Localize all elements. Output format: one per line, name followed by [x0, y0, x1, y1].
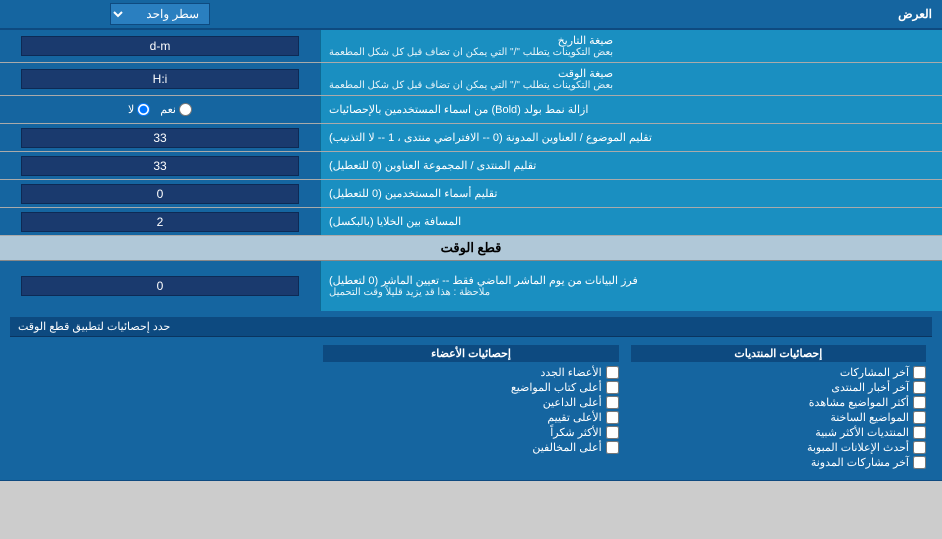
cb-member-4[interactable] — [606, 411, 619, 424]
checkbox-columns: إحصائيات المنتديات آخر المشاركات آخر أخب… — [10, 341, 932, 474]
list-item: أكثر المواضيع مشاهدة — [631, 395, 926, 410]
cb-forum-1[interactable] — [913, 366, 926, 379]
cell-spacing-input-cell — [0, 208, 320, 235]
bold-yes-label[interactable]: نعم — [160, 103, 192, 116]
list-item: أحدث الإعلانات المبوبة — [631, 440, 926, 455]
topics-trim-label-cell: تقليم الموضوع / العناوين المدونة (0 -- ا… — [320, 124, 942, 151]
bold-no-label[interactable]: لا — [128, 103, 150, 116]
cb-member-6[interactable] — [606, 441, 619, 454]
list-item: أعلى كتاب المواضيع — [323, 380, 618, 395]
date-format-sublabel: بعض التكوينات يتطلب "/" التي يمكن ان تضا… — [329, 47, 613, 58]
forum-trim-input[interactable] — [21, 156, 298, 176]
checkbox-col-members: إحصائيات الأعضاء الأعضاء الجدد أعلى كتاب… — [317, 341, 624, 474]
time-format-input-cell — [0, 63, 320, 95]
cell-spacing-input[interactable] — [21, 212, 298, 232]
date-format-label: صيغة التاريخ — [558, 35, 613, 47]
limit-label: حدد إحصائيات لتطبيق قطع الوقت — [18, 320, 170, 333]
list-item: آخر أخبار المنتدى — [631, 380, 926, 395]
time-format-input[interactable] — [21, 69, 298, 89]
cutoff-input[interactable] — [21, 276, 298, 296]
time-format-sublabel: بعض التكوينات يتطلب "/" التي يمكن ان تضا… — [329, 80, 613, 91]
cb-member-1[interactable] — [606, 366, 619, 379]
display-select-cell: سطر واحدسطرينثلاثة أسطر — [0, 0, 320, 28]
list-item: أعلى المخالفين — [323, 440, 618, 455]
cell-spacing-label: المسافة بين الخلايا (بالبكسل) — [329, 215, 461, 228]
date-format-label-cell: صيغة التاريخ بعض التكوينات يتطلب "/" الت… — [320, 30, 942, 62]
usernames-trim-label-cell: تقليم أسماء المستخدمين (0 للتعطيل) — [320, 180, 942, 207]
display-select[interactable]: سطر واحدسطرينثلاثة أسطر — [110, 3, 210, 25]
topics-trim-input[interactable] — [21, 128, 298, 148]
members-col-title: إحصائيات الأعضاء — [323, 345, 618, 362]
list-item: الأعلى تقييم — [323, 410, 618, 425]
cell-spacing-label-cell: المسافة بين الخلايا (بالبكسل) — [320, 208, 942, 235]
usernames-trim-input[interactable] — [21, 184, 298, 204]
cb-forum-4[interactable] — [913, 411, 926, 424]
bold-remove-label-cell: ازالة نمط بولد (Bold) من اسماء المستخدمي… — [320, 96, 942, 123]
checkbox-col-empty — [10, 341, 317, 474]
cb-member-2[interactable] — [606, 381, 619, 394]
bold-yes-radio[interactable] — [179, 103, 192, 116]
forum-trim-label-cell: تقليم المنتدى / المجموعة العناوين (0 للت… — [320, 152, 942, 179]
cb-forum-2[interactable] — [913, 381, 926, 394]
list-item: المنتديات الأكثر شبية — [631, 425, 926, 440]
cb-forum-3[interactable] — [913, 396, 926, 409]
forums-col-title: إحصائيات المنتديات — [631, 345, 926, 362]
cb-forum-5[interactable] — [913, 426, 926, 439]
cutoff-input-cell — [0, 261, 320, 311]
date-format-input-cell — [0, 30, 320, 62]
usernames-trim-label: تقليم أسماء المستخدمين (0 للتعطيل) — [329, 187, 497, 200]
list-item: أعلى الداعين — [323, 395, 618, 410]
page-title: العرض — [320, 3, 942, 25]
topics-trim-input-cell — [0, 124, 320, 151]
bold-remove-label: ازالة نمط بولد (Bold) من اسماء المستخدمي… — [329, 103, 588, 116]
cutoff-label-cell: فرز البيانات من يوم الماشر الماضي فقط --… — [320, 261, 942, 311]
bold-radio-cell: نعم لا — [0, 96, 320, 123]
list-item: آخر مشاركات المدونة — [631, 455, 926, 470]
cb-member-5[interactable] — [606, 426, 619, 439]
date-format-input[interactable] — [21, 36, 298, 56]
checkbox-area: حدد إحصائيات لتطبيق قطع الوقت إحصائيات ا… — [0, 311, 942, 481]
cb-forum-7[interactable] — [913, 456, 926, 469]
time-format-label-cell: صيغة الوقت بعض التكوينات يتطلب "/" التي … — [320, 63, 942, 95]
time-format-label: صيغة الوقت — [558, 68, 613, 80]
forum-trim-label: تقليم المنتدى / المجموعة العناوين (0 للت… — [329, 159, 536, 172]
list-item: الأعضاء الجدد — [323, 365, 618, 380]
checkbox-col-forums: إحصائيات المنتديات آخر المشاركات آخر أخب… — [625, 341, 932, 474]
list-item: المواضيع الساخنة — [631, 410, 926, 425]
cutoff-section-header: قطع الوقت — [0, 236, 942, 261]
list-item: آخر المشاركات — [631, 365, 926, 380]
cutoff-note: ملاحظة : هذا قد يزيد قليلاً وقت التحميل — [329, 287, 490, 298]
topics-trim-label: تقليم الموضوع / العناوين المدونة (0 -- ا… — [329, 131, 652, 144]
cb-forum-6[interactable] — [913, 441, 926, 454]
usernames-trim-input-cell — [0, 180, 320, 207]
list-item: الأكثر شكراً — [323, 425, 618, 440]
cutoff-label: فرز البيانات من يوم الماشر الماضي فقط --… — [329, 274, 638, 287]
cb-member-3[interactable] — [606, 396, 619, 409]
bold-no-radio[interactable] — [137, 103, 150, 116]
forum-trim-input-cell — [0, 152, 320, 179]
